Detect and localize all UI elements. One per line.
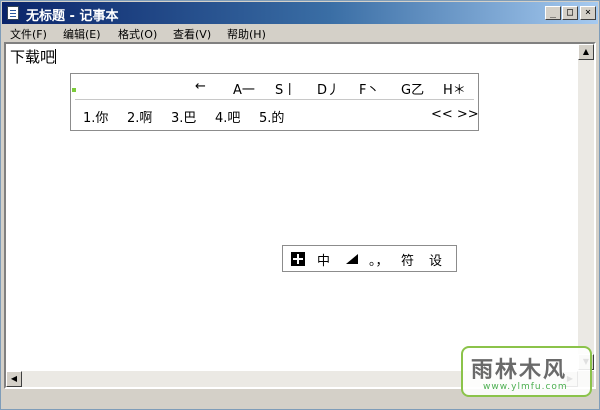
menu-format[interactable]: 格式(O): [118, 26, 157, 42]
candidate-item[interactable]: 1.你: [83, 107, 108, 126]
settings-button[interactable]: 设: [429, 250, 442, 269]
menu-help[interactable]: 帮助(H): [227, 26, 266, 42]
close-button[interactable]: ×: [580, 6, 596, 20]
menu-file[interactable]: 文件(F): [10, 26, 47, 42]
notepad-icon[interactable]: [7, 6, 19, 20]
half-width-icon[interactable]: [346, 254, 358, 264]
menu-bar: 文件(F) 编辑(E) 格式(O) 查看(V) 帮助(H): [2, 24, 598, 42]
text-caret: [55, 49, 57, 64]
symbol-button[interactable]: 符: [401, 250, 414, 269]
radical-key[interactable]: F丶: [359, 79, 379, 98]
watermark-url: www.ylmfu.com: [483, 382, 568, 392]
menu-view[interactable]: 查看(V): [173, 26, 211, 42]
title-bar[interactable]: 无标题 - 记事本 _ □ ×: [2, 2, 598, 24]
punctuation-toggle[interactable]: 。，: [369, 250, 389, 269]
watermark-name: 雨林木风: [471, 358, 568, 383]
ime-status-bar: 中 。， 符 设: [282, 245, 457, 272]
radical-key[interactable]: ←: [195, 79, 206, 94]
candidate-item[interactable]: 4.吧: [215, 107, 240, 126]
ime-candidate-window: ← A一 S丨 D丿 F丶 G乙 H＊ 1.你 2.啊 3.巴 4.吧 5.的 …: [70, 73, 479, 131]
radical-key[interactable]: D丿: [317, 79, 340, 98]
scroll-up-icon[interactable]: ▲: [578, 44, 594, 60]
candidate-item[interactable]: 5.的: [259, 107, 284, 126]
input-indicator: [72, 88, 76, 92]
radical-key[interactable]: H＊: [443, 79, 466, 98]
ime-logo-icon[interactable]: [291, 252, 305, 266]
candidate-item[interactable]: 2.啊: [127, 107, 152, 126]
radical-key[interactable]: G乙: [401, 79, 424, 98]
radical-key[interactable]: A一: [233, 79, 255, 98]
chinese-mode-toggle[interactable]: 中: [317, 250, 330, 269]
page-buttons[interactable]: << >>: [431, 107, 479, 122]
maximize-button[interactable]: □: [562, 6, 578, 20]
ime-divider: [75, 99, 474, 100]
text-editor[interactable]: 下载吧 ← A一 S丨 D丿 F丶 G乙 H＊ 1.你 2.啊 3.巴 4.吧 …: [4, 42, 596, 389]
vertical-scrollbar[interactable]: ▲ ▼: [578, 44, 594, 370]
candidate-item[interactable]: 3.巴: [171, 107, 196, 126]
editor-text: 下载吧: [10, 48, 56, 66]
watermark-logo: 雨林木风 www.ylmfu.com: [461, 346, 592, 397]
window-title: 无标题 - 记事本: [26, 9, 119, 24]
radical-key[interactable]: S丨: [275, 79, 296, 98]
menu-edit[interactable]: 编辑(E): [63, 26, 101, 42]
scroll-left-icon[interactable]: ◀: [6, 371, 22, 387]
minimize-button[interactable]: _: [545, 6, 561, 20]
notepad-window: 无标题 - 记事本 _ □ × 文件(F) 编辑(E) 格式(O) 查看(V) …: [0, 0, 600, 410]
editor-content: 下载吧: [10, 46, 57, 67]
